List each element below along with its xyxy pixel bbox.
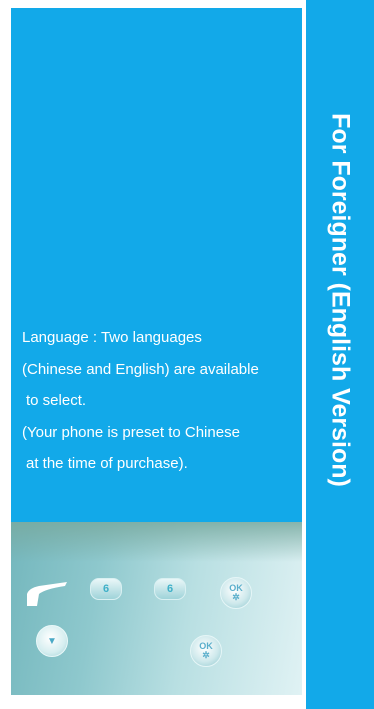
- keypad-image: 6 6 OK ✲ ▼ OK ✲: [11, 522, 302, 695]
- section-title: For Foreigner (English Version): [326, 113, 355, 487]
- keypad-shade: [11, 522, 302, 562]
- send-key-icon: [27, 582, 67, 606]
- body-line-2: (Chinese and English) are available: [22, 360, 259, 378]
- ok-key-icon: OK ✲: [220, 577, 252, 609]
- body-line-1: Language : Two languages: [22, 329, 202, 346]
- body-line-4: (Your phone is preset to Chinese: [22, 423, 240, 441]
- down-nav-key-icon: ▼: [36, 625, 68, 657]
- body-line-5: at the time of purchase).: [26, 455, 188, 472]
- number-key-6-icon: 6: [90, 578, 122, 600]
- number-key-6-icon: 6: [154, 578, 186, 600]
- ok-key-icon: OK ✲: [190, 635, 222, 667]
- body-line-3: to select.: [26, 392, 87, 409]
- language-description: Language : Two languages (Chinese and En…: [22, 322, 308, 480]
